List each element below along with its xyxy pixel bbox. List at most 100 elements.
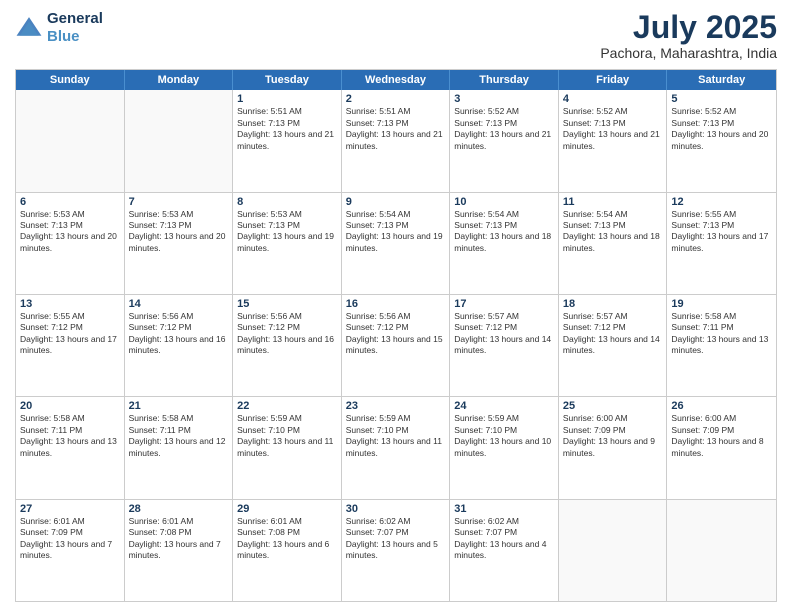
calendar-row: 20Sunrise: 5:58 AM Sunset: 7:11 PM Dayli…	[16, 396, 776, 498]
day-number: 17	[454, 298, 554, 310]
day-info: Sunrise: 6:02 AM Sunset: 7:07 PM Dayligh…	[346, 516, 446, 562]
day-info: Sunrise: 5:56 AM Sunset: 7:12 PM Dayligh…	[346, 311, 446, 357]
logo-icon	[15, 14, 43, 42]
calendar: SundayMondayTuesdayWednesdayThursdayFrid…	[15, 69, 777, 602]
calendar-cell: 11Sunrise: 5:54 AM Sunset: 7:13 PM Dayli…	[559, 193, 668, 294]
calendar-cell: 5Sunrise: 5:52 AM Sunset: 7:13 PM Daylig…	[667, 90, 776, 191]
day-number: 12	[671, 196, 772, 208]
day-number: 13	[20, 298, 120, 310]
day-number: 23	[346, 400, 446, 412]
day-info: Sunrise: 5:58 AM Sunset: 7:11 PM Dayligh…	[671, 311, 772, 357]
header: General Blue July 2025 Pachora, Maharash…	[15, 10, 777, 61]
day-number: 6	[20, 196, 120, 208]
calendar-cell: 10Sunrise: 5:54 AM Sunset: 7:13 PM Dayli…	[450, 193, 559, 294]
calendar-cell: 20Sunrise: 5:58 AM Sunset: 7:11 PM Dayli…	[16, 397, 125, 498]
calendar-cell: 3Sunrise: 5:52 AM Sunset: 7:13 PM Daylig…	[450, 90, 559, 191]
day-info: Sunrise: 5:59 AM Sunset: 7:10 PM Dayligh…	[454, 413, 554, 459]
weekday-header: Tuesday	[233, 70, 342, 90]
day-number: 19	[671, 298, 772, 310]
day-info: Sunrise: 6:01 AM Sunset: 7:08 PM Dayligh…	[129, 516, 229, 562]
day-info: Sunrise: 5:52 AM Sunset: 7:13 PM Dayligh…	[563, 106, 663, 152]
day-info: Sunrise: 5:58 AM Sunset: 7:11 PM Dayligh…	[129, 413, 229, 459]
day-info: Sunrise: 5:56 AM Sunset: 7:12 PM Dayligh…	[237, 311, 337, 357]
day-number: 30	[346, 503, 446, 515]
weekday-header: Friday	[559, 70, 668, 90]
calendar-row: 27Sunrise: 6:01 AM Sunset: 7:09 PM Dayli…	[16, 499, 776, 601]
day-info: Sunrise: 5:58 AM Sunset: 7:11 PM Dayligh…	[20, 413, 120, 459]
day-number: 5	[671, 93, 772, 105]
calendar-cell: 28Sunrise: 6:01 AM Sunset: 7:08 PM Dayli…	[125, 500, 234, 601]
month-title: July 2025	[600, 10, 777, 45]
weekday-header: Wednesday	[342, 70, 451, 90]
calendar-cell: 8Sunrise: 5:53 AM Sunset: 7:13 PM Daylig…	[233, 193, 342, 294]
calendar-cell: 22Sunrise: 5:59 AM Sunset: 7:10 PM Dayli…	[233, 397, 342, 498]
day-number: 2	[346, 93, 446, 105]
calendar-cell	[16, 90, 125, 191]
day-number: 9	[346, 196, 446, 208]
weekday-header: Saturday	[667, 70, 776, 90]
calendar-cell: 25Sunrise: 6:00 AM Sunset: 7:09 PM Dayli…	[559, 397, 668, 498]
calendar-cell: 31Sunrise: 6:02 AM Sunset: 7:07 PM Dayli…	[450, 500, 559, 601]
calendar-cell: 24Sunrise: 5:59 AM Sunset: 7:10 PM Dayli…	[450, 397, 559, 498]
calendar-row: 6Sunrise: 5:53 AM Sunset: 7:13 PM Daylig…	[16, 192, 776, 294]
weekday-header: Thursday	[450, 70, 559, 90]
day-number: 29	[237, 503, 337, 515]
day-number: 31	[454, 503, 554, 515]
day-info: Sunrise: 5:54 AM Sunset: 7:13 PM Dayligh…	[346, 209, 446, 255]
calendar-cell: 30Sunrise: 6:02 AM Sunset: 7:07 PM Dayli…	[342, 500, 451, 601]
calendar-cell: 27Sunrise: 6:01 AM Sunset: 7:09 PM Dayli…	[16, 500, 125, 601]
day-info: Sunrise: 5:51 AM Sunset: 7:13 PM Dayligh…	[346, 106, 446, 152]
day-info: Sunrise: 5:57 AM Sunset: 7:12 PM Dayligh…	[454, 311, 554, 357]
day-number: 16	[346, 298, 446, 310]
calendar-cell: 15Sunrise: 5:56 AM Sunset: 7:12 PM Dayli…	[233, 295, 342, 396]
page: General Blue July 2025 Pachora, Maharash…	[0, 0, 792, 612]
day-number: 1	[237, 93, 337, 105]
calendar-cell: 7Sunrise: 5:53 AM Sunset: 7:13 PM Daylig…	[125, 193, 234, 294]
day-info: Sunrise: 5:53 AM Sunset: 7:13 PM Dayligh…	[20, 209, 120, 255]
day-info: Sunrise: 6:00 AM Sunset: 7:09 PM Dayligh…	[563, 413, 663, 459]
day-number: 25	[563, 400, 663, 412]
calendar-cell: 23Sunrise: 5:59 AM Sunset: 7:10 PM Dayli…	[342, 397, 451, 498]
calendar-cell	[559, 500, 668, 601]
calendar-cell: 21Sunrise: 5:58 AM Sunset: 7:11 PM Dayli…	[125, 397, 234, 498]
day-info: Sunrise: 5:57 AM Sunset: 7:12 PM Dayligh…	[563, 311, 663, 357]
day-info: Sunrise: 6:02 AM Sunset: 7:07 PM Dayligh…	[454, 516, 554, 562]
day-number: 14	[129, 298, 229, 310]
weekday-header: Monday	[125, 70, 234, 90]
day-number: 15	[237, 298, 337, 310]
day-info: Sunrise: 6:01 AM Sunset: 7:08 PM Dayligh…	[237, 516, 337, 562]
calendar-cell: 16Sunrise: 5:56 AM Sunset: 7:12 PM Dayli…	[342, 295, 451, 396]
day-number: 27	[20, 503, 120, 515]
calendar-cell: 26Sunrise: 6:00 AM Sunset: 7:09 PM Dayli…	[667, 397, 776, 498]
calendar-cell: 6Sunrise: 5:53 AM Sunset: 7:13 PM Daylig…	[16, 193, 125, 294]
day-number: 26	[671, 400, 772, 412]
calendar-cell	[667, 500, 776, 601]
calendar-cell	[125, 90, 234, 191]
day-info: Sunrise: 5:52 AM Sunset: 7:13 PM Dayligh…	[454, 106, 554, 152]
day-info: Sunrise: 5:55 AM Sunset: 7:12 PM Dayligh…	[20, 311, 120, 357]
day-info: Sunrise: 5:54 AM Sunset: 7:13 PM Dayligh…	[454, 209, 554, 255]
day-info: Sunrise: 5:59 AM Sunset: 7:10 PM Dayligh…	[346, 413, 446, 459]
day-number: 28	[129, 503, 229, 515]
day-info: Sunrise: 6:00 AM Sunset: 7:09 PM Dayligh…	[671, 413, 772, 459]
calendar-row: 13Sunrise: 5:55 AM Sunset: 7:12 PM Dayli…	[16, 294, 776, 396]
day-info: Sunrise: 5:53 AM Sunset: 7:13 PM Dayligh…	[129, 209, 229, 255]
day-number: 3	[454, 93, 554, 105]
day-number: 21	[129, 400, 229, 412]
calendar-cell: 18Sunrise: 5:57 AM Sunset: 7:12 PM Dayli…	[559, 295, 668, 396]
calendar-header: SundayMondayTuesdayWednesdayThursdayFrid…	[16, 70, 776, 90]
day-info: Sunrise: 6:01 AM Sunset: 7:09 PM Dayligh…	[20, 516, 120, 562]
day-number: 8	[237, 196, 337, 208]
calendar-cell: 4Sunrise: 5:52 AM Sunset: 7:13 PM Daylig…	[559, 90, 668, 191]
logo: General Blue	[15, 10, 103, 46]
day-number: 11	[563, 196, 663, 208]
calendar-body: 1 Sunrise: 5:51 AM Sunset: 7:13 PM Daylig…	[16, 90, 776, 601]
calendar-cell: 29Sunrise: 6:01 AM Sunset: 7:08 PM Dayli…	[233, 500, 342, 601]
location-title: Pachora, Maharashtra, India	[600, 45, 777, 61]
day-info: Sunrise: 5:56 AM Sunset: 7:12 PM Dayligh…	[129, 311, 229, 357]
calendar-cell: 9Sunrise: 5:54 AM Sunset: 7:13 PM Daylig…	[342, 193, 451, 294]
day-number: 24	[454, 400, 554, 412]
day-info: Sunrise: 5:52 AM Sunset: 7:13 PM Dayligh…	[671, 106, 772, 152]
day-info: Sunrise: 5:55 AM Sunset: 7:13 PM Dayligh…	[671, 209, 772, 255]
logo-text: General Blue	[47, 10, 103, 46]
